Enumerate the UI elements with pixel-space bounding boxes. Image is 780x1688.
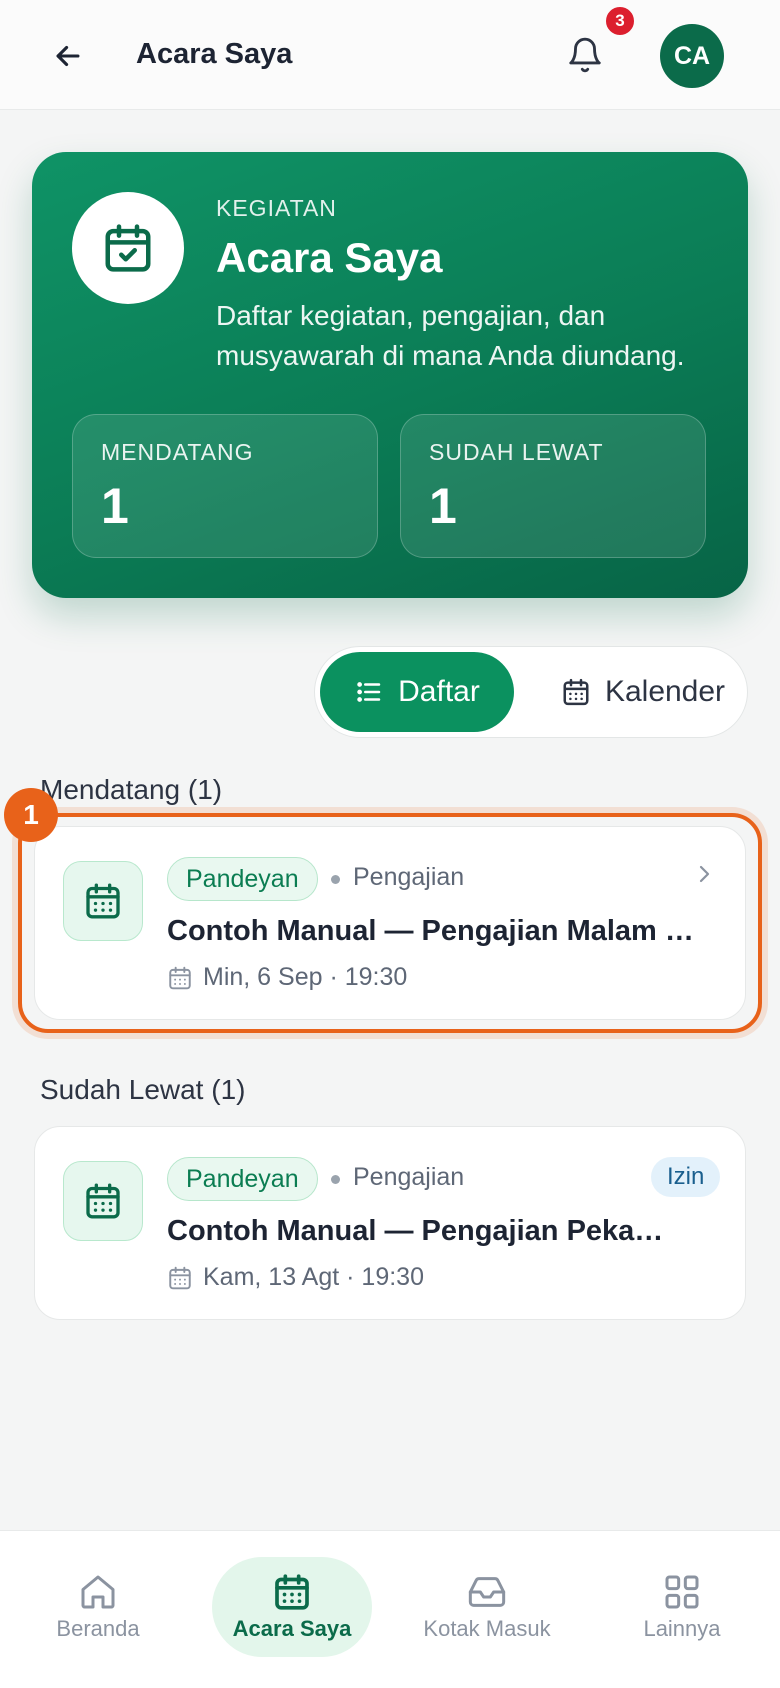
grid-icon (665, 1575, 699, 1609)
stat-label: MENDATANG (101, 439, 254, 465)
calendar-icon (275, 1574, 309, 1610)
event-type: Pengajian (353, 1163, 465, 1191)
group-chip: Pandeyan (167, 1157, 318, 1201)
event-title: Contoh Manual — Pengajian Peka… (167, 1215, 664, 1247)
nav-label: Acara Saya (232, 1616, 352, 1641)
view-toggle: Daftar Kalender (314, 646, 748, 738)
hero-description: Daftar kegiatan, pengajian, dan musyawar… (216, 300, 685, 371)
tab-calendar-view[interactable]: Kalender (545, 652, 741, 732)
tab-list-label: Daftar (398, 675, 480, 708)
nav-label: Lainnya (643, 1616, 721, 1641)
hero-icon-circle (72, 192, 184, 304)
hero-card: KEGIATAN Acara Saya Daftar kegiatan, pen… (32, 152, 748, 598)
section-title-upcoming: Mendatang (1) (40, 774, 223, 805)
calendar-icon (86, 1183, 120, 1219)
home-icon (81, 1575, 115, 1609)
nav-label: Beranda (56, 1616, 140, 1641)
nav-item-beranda[interactable]: Beranda (18, 1557, 178, 1657)
notification-count-badge: 3 (604, 5, 636, 37)
event-icon-tile (63, 1161, 143, 1241)
stat-past: SUDAH LEWAT 1 (400, 414, 706, 558)
stat-upcoming: MENDATANG 1 (72, 414, 378, 558)
stat-value: 1 (429, 478, 457, 534)
hero-eyebrow: KEGIATAN (216, 195, 337, 221)
highlight-number-badge: 1 (4, 788, 58, 842)
nav-item-kotak-masuk[interactable]: Kotak Masuk (407, 1557, 567, 1657)
event-card-past[interactable]: Pandeyan Pengajian Izin Contoh Manual — … (34, 1126, 746, 1320)
bottom-navigation: Beranda Acara Saya Kotak Masuk Lainnya (0, 1530, 780, 1688)
page-title: Acara Saya (136, 38, 293, 70)
nav-item-acara-saya[interactable]: Acara Saya (212, 1557, 372, 1657)
list-icon (357, 682, 381, 702)
event-meta: Kam, 13 Agt · 19:30 (167, 1263, 424, 1292)
top-app-bar: Acara Saya 3 CA (0, 0, 780, 110)
stat-label: SUDAH LEWAT (429, 439, 604, 465)
arrow-left-icon (56, 45, 80, 67)
notifications-button[interactable] (560, 30, 610, 80)
status-badge: Izin (651, 1157, 721, 1197)
back-button[interactable] (44, 32, 92, 80)
event-datetime: Kam, 13 Agt · 19:30 (203, 1263, 424, 1291)
calendar-small-icon (169, 1266, 191, 1289)
highlight-box (18, 813, 762, 1033)
bell-icon (569, 37, 601, 73)
nav-item-lainnya[interactable]: Lainnya (602, 1557, 762, 1657)
inbox-icon (468, 1577, 506, 1607)
calendar-check-icon (105, 224, 151, 272)
calendar-icon (563, 678, 589, 706)
section-title-past: Sudah Lewat (1) (40, 1074, 246, 1105)
stat-value: 1 (101, 478, 129, 534)
nav-label: Kotak Masuk (423, 1616, 551, 1641)
tab-list-view[interactable]: Daftar (320, 652, 514, 732)
separator-dot (331, 1175, 340, 1184)
hero-title: Acara Saya (216, 234, 443, 281)
tab-calendar-label: Kalender (604, 675, 726, 708)
user-avatar[interactable]: CA (660, 24, 724, 88)
